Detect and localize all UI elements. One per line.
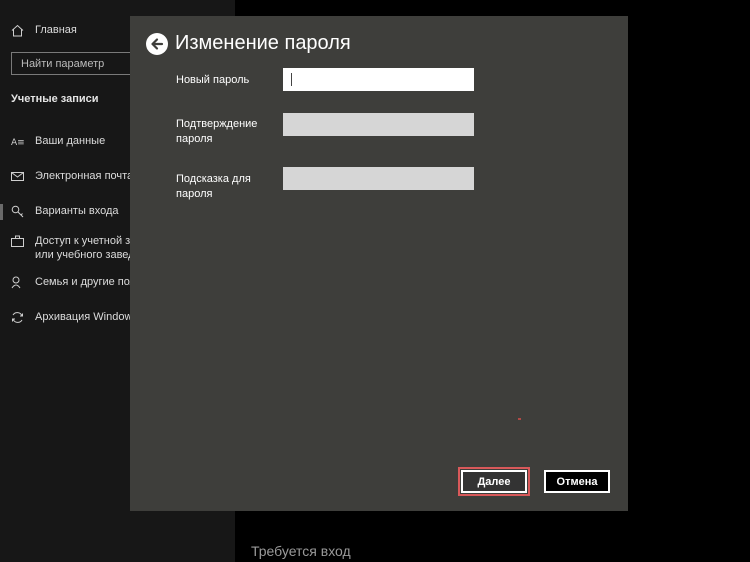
confirm-password-input[interactable] — [283, 113, 474, 136]
red-mark — [518, 418, 521, 420]
svg-text:A≡: A≡ — [11, 138, 24, 148]
next-button[interactable]: Далее — [458, 467, 530, 496]
sidebar-item-label: Семья и другие пользователи — [35, 276, 132, 288]
new-password-input[interactable] — [283, 68, 474, 91]
new-password-label: Новый пароль — [176, 74, 250, 86]
sync-icon — [10, 310, 24, 324]
sidebar-item-label: Главная — [35, 24, 77, 36]
dialog-title: Изменение пароля — [175, 32, 351, 54]
confirm-password-label: Подтверждение пароля — [176, 118, 258, 145]
mail-icon — [10, 169, 24, 183]
sidebar-item-label: Электронная почта и учетные записи — [35, 170, 135, 182]
text-caret — [291, 73, 292, 86]
briefcase-icon — [10, 234, 24, 248]
back-button[interactable] — [146, 32, 168, 55]
key-icon — [10, 204, 24, 218]
person-card-icon: A≡ — [10, 134, 24, 148]
sidebar-item-label: Варианты входа — [35, 205, 119, 217]
change-password-dialog: Изменение пароля Новый пароль Подтвержде… — [130, 16, 628, 511]
dialog-header: Изменение пароля — [146, 32, 351, 55]
sidebar-section-title: Учетные записи — [11, 93, 99, 105]
sign-in-required-heading: Требуется вход — [251, 543, 351, 559]
back-arrow-icon — [151, 37, 164, 50]
password-hint-label: Подсказка для пароля — [176, 173, 251, 200]
person-add-icon — [10, 275, 24, 289]
password-hint-input[interactable] — [283, 167, 474, 190]
cancel-button[interactable]: Отмена — [544, 470, 610, 493]
sidebar-item-label: Доступ к учетной записи места работы или… — [35, 235, 132, 261]
home-icon — [10, 23, 24, 37]
sidebar-item-label: Архивация Windows — [35, 311, 132, 323]
sidebar-item-label: Ваши данные — [35, 135, 106, 147]
